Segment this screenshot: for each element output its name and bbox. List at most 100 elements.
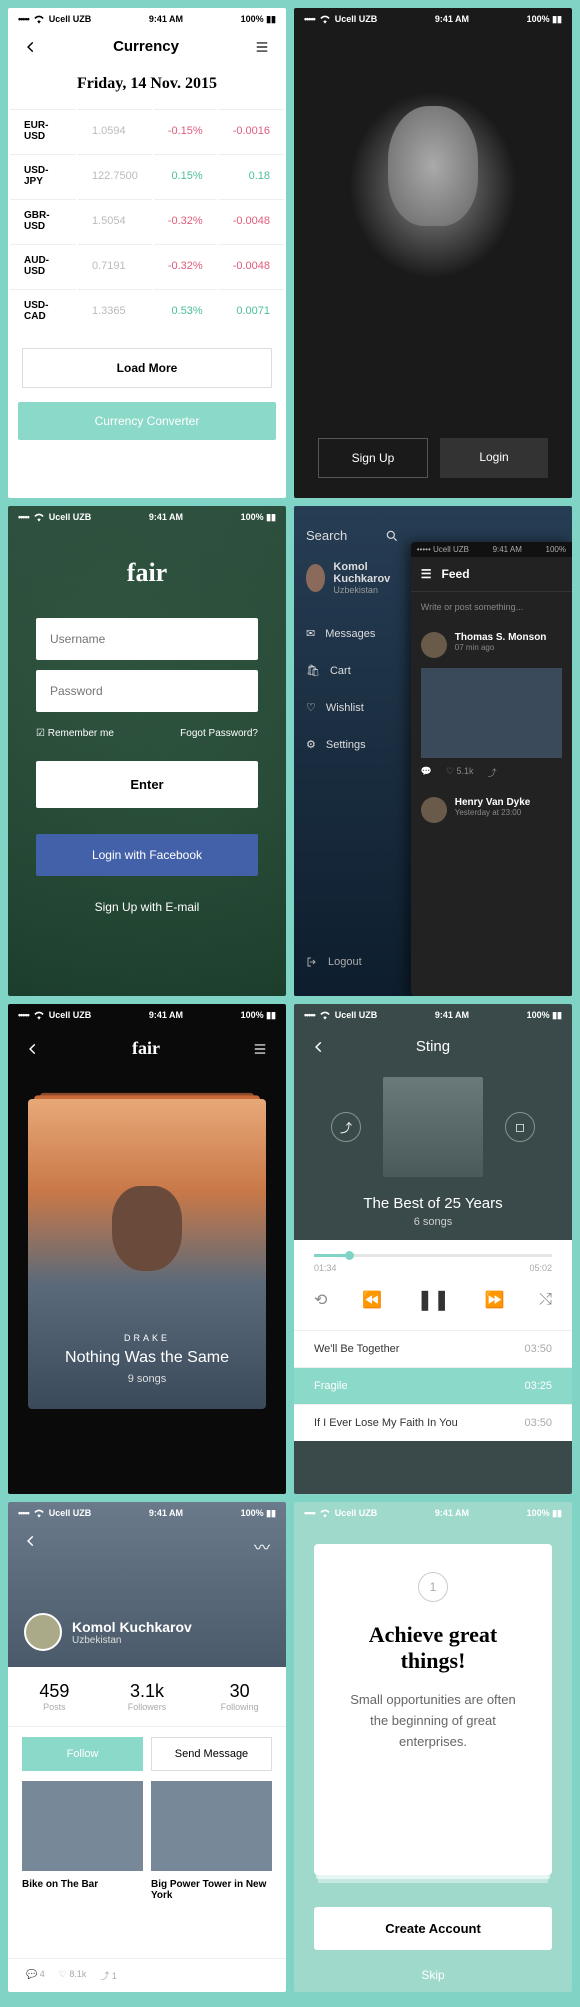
back-icon[interactable]	[24, 1534, 38, 1558]
compose-input[interactable]: Write or post something...	[411, 592, 572, 622]
follow-button[interactable]: Follow	[22, 1737, 143, 1771]
onboard-body: Small opportunities are often the beginn…	[340, 1690, 526, 1752]
hero-image	[294, 30, 572, 418]
step-badge: 1	[418, 1572, 448, 1602]
prev-icon[interactable]: ⏪	[362, 1290, 382, 1310]
status-bar: ••••• Ucell UZB 9:41 AM 100% ▮▮	[294, 1502, 572, 1524]
player-screen: ••••• Ucell UZB 9:41 AM 100% ▮▮ Sting ⤴ …	[294, 1004, 572, 1494]
menu-icon[interactable]	[252, 1042, 268, 1056]
avatar	[24, 1613, 62, 1651]
repeat-icon[interactable]: ⟲	[314, 1290, 327, 1310]
back-icon[interactable]	[312, 1040, 326, 1054]
post-card[interactable]: Bike on The Bar	[22, 1781, 143, 1903]
comment-icon[interactable]: 💬 4	[26, 1969, 45, 1982]
currency-row[interactable]: EUR-USD1.0594-0.15%-0.0016	[10, 109, 284, 152]
bookmark-icon[interactable]: ◻	[505, 1112, 535, 1142]
logout-button[interactable]: Logout	[306, 944, 399, 980]
status-bar: ••••• Ucell UZB 9:41 AM 100% ▮▮	[8, 1004, 286, 1026]
drawer-screen: Search Komol KuchkarovUzbekistan ✉Messag…	[294, 506, 572, 996]
skip-button[interactable]: Skip	[294, 1958, 572, 1992]
date-label: Friday, 14 Nov. 2015	[8, 63, 286, 107]
artist-title: Sting	[416, 1038, 450, 1055]
enter-button[interactable]: Enter	[36, 761, 258, 808]
currency-row[interactable]: GBR-USD1.5054-0.32%-0.0048	[10, 199, 284, 242]
pause-icon[interactable]: ❚❚	[417, 1287, 451, 1312]
currency-row[interactable]: AUD-USD0.7191-0.32%-0.0048	[10, 244, 284, 287]
feed-post[interactable]: Henry Van DykeYesterday at 23:00	[411, 787, 572, 833]
hamburger-icon[interactable]: ☰	[421, 567, 432, 581]
song-count: 9 songs	[52, 1373, 242, 1385]
message-button[interactable]: Send Message	[151, 1737, 272, 1771]
user-profile[interactable]: Komol KuchkarovUzbekistan	[306, 561, 399, 595]
album-title: The Best of 25 Years	[294, 1195, 572, 1212]
stat-posts[interactable]: 459Posts	[8, 1681, 101, 1712]
status-bar: ••••• Ucell UZB 9:41 AM 100% ▮▮	[8, 506, 286, 528]
menu-icon[interactable]	[254, 40, 270, 54]
password-input[interactable]	[36, 670, 258, 712]
logo: fair	[36, 558, 258, 588]
remember-checkbox[interactable]: ☑ Remember me	[36, 728, 114, 739]
cart-icon: 🛍	[306, 664, 320, 677]
track-row[interactable]: If I Ever Lose My Faith In You03:50	[294, 1404, 572, 1441]
welcome-screen: ••••• Ucell UZB 9:41 AM 100% ▮▮ Sign Up …	[294, 8, 572, 498]
post-actions: 💬 4 ♡ 8.1k ⤴ 1	[8, 1958, 286, 1992]
mail-icon: ✉	[306, 627, 315, 640]
search-label[interactable]: Search	[306, 528, 347, 543]
wifi-icon	[318, 12, 332, 26]
back-icon[interactable]	[26, 1042, 40, 1056]
like-icon[interactable]: ♡ 8.1k	[59, 1969, 87, 1982]
stats-row: 459Posts3.1kFollowers30Following	[8, 1667, 286, 1727]
heart-icon: ♡	[306, 701, 316, 714]
activity-icon[interactable]: 〰	[254, 1534, 270, 1558]
username-input[interactable]	[36, 618, 258, 660]
stat-followers[interactable]: 3.1kFollowers	[101, 1681, 194, 1712]
song-count: 6 songs	[294, 1216, 572, 1228]
logo: fair	[132, 1038, 160, 1059]
feed-peek: ••••• Ucell UZB9:41 AM100% ☰Feed Write o…	[411, 542, 572, 996]
search-icon[interactable]	[385, 529, 399, 543]
track-row[interactable]: We'll Be Together03:50	[294, 1330, 572, 1367]
load-more-button[interactable]: Load More	[22, 348, 272, 388]
album-screen: ••••• Ucell UZB 9:41 AM 100% ▮▮ fair DRA…	[8, 1004, 286, 1494]
currency-table: EUR-USD1.0594-0.15%-0.0016USD-JPY122.750…	[8, 107, 286, 334]
forgot-link[interactable]: Fogot Password?	[180, 728, 258, 739]
status-bar: ••••• Ucell UZB 9:41 AM 100% ▮▮	[294, 1004, 572, 1026]
facebook-button[interactable]: Login with Facebook	[36, 834, 258, 876]
login-screen: ••••• Ucell UZB 9:41 AM 100% ▮▮ fair ☑ R…	[8, 506, 286, 996]
feed-post[interactable]: Thomas S. Monson07 min ago	[411, 622, 572, 668]
menu-item-messages[interactable]: ✉Messages	[306, 615, 399, 652]
gear-icon: ⚙	[306, 738, 316, 751]
artist-label: DRAKE	[52, 1333, 242, 1343]
wifi-icon	[32, 12, 46, 26]
menu-item-cart[interactable]: 🛍Cart	[306, 652, 399, 689]
album-art	[383, 1077, 483, 1177]
share-icon[interactable]: ⤴ 1	[100, 1969, 117, 1982]
menu-item-settings[interactable]: ⚙Settings	[306, 726, 399, 763]
status-bar: ••••• Ucell UZB 9:41 AM 100% ▮▮	[294, 8, 572, 30]
avatar	[306, 564, 325, 592]
menu-item-wishlist[interactable]: ♡Wishlist	[306, 689, 399, 726]
signup-button[interactable]: Sign Up	[318, 438, 428, 478]
onboard-card: 1 Achieve great things! Small opportunit…	[314, 1544, 552, 1875]
status-bar: ••••• Ucell UZB 9:41 AM 100% ▮▮	[8, 1502, 286, 1524]
stat-following[interactable]: 30Following	[193, 1681, 286, 1712]
back-icon[interactable]	[24, 40, 38, 54]
post-card[interactable]: Big Power Tower in New York	[151, 1781, 272, 1903]
currency-screen: ••••• Ucell UZB 9:41 AM 100% ▮▮ Currency…	[8, 8, 286, 498]
next-icon[interactable]: ⏩	[485, 1290, 505, 1310]
email-signup-link[interactable]: Sign Up with E-mail	[36, 900, 258, 914]
currency-row[interactable]: USD-CAD1.33650.53%0.0071	[10, 289, 284, 332]
shuffle-icon[interactable]: ⤭	[539, 1291, 552, 1309]
progress-bar[interactable]	[314, 1254, 552, 1257]
onboard-title: Achieve great things!	[340, 1622, 526, 1674]
share-icon[interactable]: ⤴	[331, 1112, 361, 1142]
status-bar: ••••• Ucell UZB 9:41 AM 100% ▮▮	[8, 8, 286, 30]
create-account-button[interactable]: Create Account	[314, 1907, 552, 1950]
onboard-screen: ••••• Ucell UZB 9:41 AM 100% ▮▮ 1 Achiev…	[294, 1502, 572, 1992]
logout-icon	[306, 956, 318, 968]
login-button[interactable]: Login	[440, 438, 548, 478]
converter-button[interactable]: Currency Converter	[18, 402, 276, 440]
currency-row[interactable]: USD-JPY122.75000.15%0.18	[10, 154, 284, 197]
album-stack[interactable]: DRAKE Nothing Was the Same 9 songs	[28, 1099, 266, 1409]
track-row[interactable]: Fragile03:25	[294, 1367, 572, 1404]
